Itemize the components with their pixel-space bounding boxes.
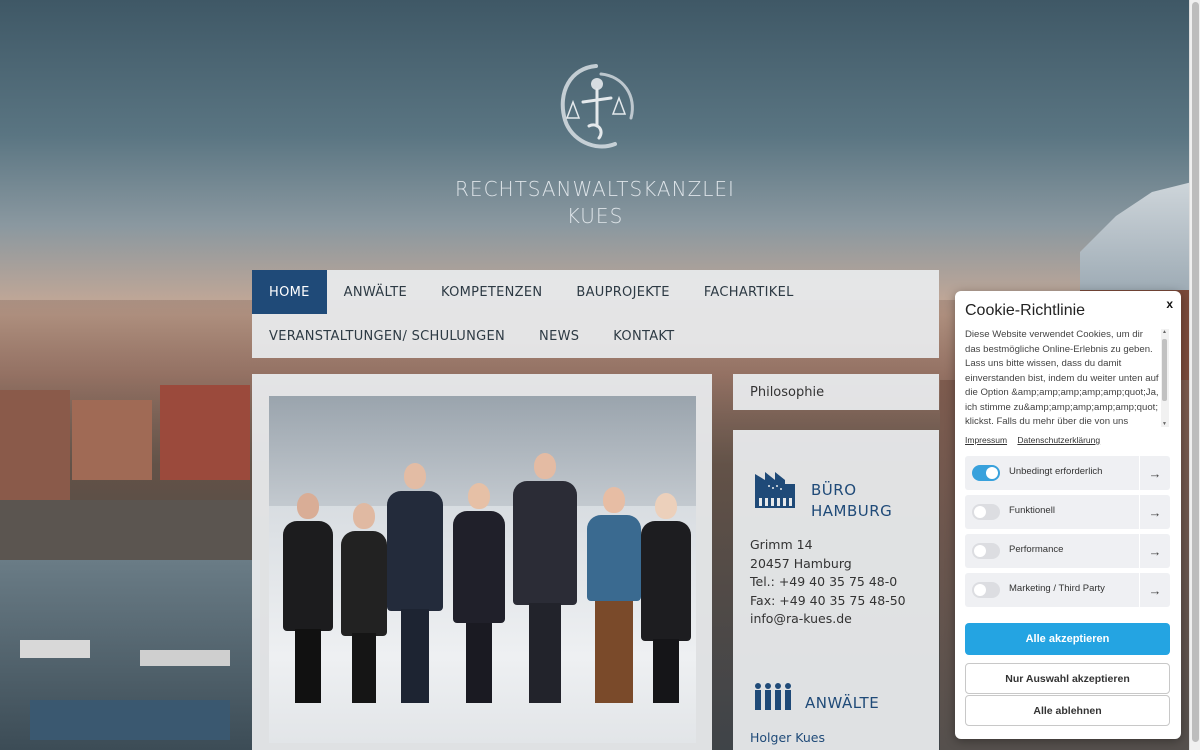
cookie-description: Diese Website verwendet Cookies, um dir … xyxy=(965,329,1159,426)
toggle-label: Unbedingt erforderlich xyxy=(1009,466,1103,477)
address-email[interactable]: info@ra-kues.de xyxy=(750,610,906,629)
person xyxy=(513,453,577,703)
arrow-right-icon[interactable]: → xyxy=(1139,456,1170,490)
nav-item-home[interactable]: HOME xyxy=(252,270,327,314)
cookie-banner: x Cookie-Richtlinie Diese Website verwen… xyxy=(955,291,1181,739)
main-navigation: HOME ANWÄLTE KOMPETENZEN BAUPROJEKTE FAC… xyxy=(252,270,939,358)
page-scrollbar[interactable] xyxy=(1189,0,1200,750)
accept-all-button[interactable]: Alle akzeptieren xyxy=(965,623,1170,655)
impressum-link[interactable]: Impressum xyxy=(965,435,1007,445)
cookie-category-functional: Funktionell → xyxy=(965,495,1170,529)
arrow-right-icon[interactable]: → xyxy=(1139,495,1170,529)
boat xyxy=(20,640,90,658)
arrow-right-icon[interactable]: → xyxy=(1139,534,1170,568)
office-address: Grimm 14 20457 Hamburg Tel.: +49 40 35 7… xyxy=(750,536,906,629)
datenschutz-link[interactable]: Datenschutzerklärung xyxy=(1017,435,1100,445)
scroll-thumb[interactable] xyxy=(1162,339,1167,401)
office-title-line1: BÜRO xyxy=(811,481,857,499)
office-title-line2: HAMBURG xyxy=(811,502,893,520)
person xyxy=(341,503,387,703)
harbor-area xyxy=(0,500,252,560)
cookie-category-performance: Performance → xyxy=(965,534,1170,568)
building xyxy=(0,390,70,500)
lawyers-group-icon xyxy=(755,683,791,710)
nav-item-veranstaltungen[interactable]: VERANSTALTUNGEN/ SCHULUNGEN xyxy=(252,314,522,358)
boat xyxy=(140,650,230,666)
site-title-line2: KUES xyxy=(566,204,624,228)
address-phone[interactable]: Tel.: +49 40 35 75 48-0 xyxy=(750,573,906,592)
address-city: 20457 Hamburg xyxy=(750,555,852,571)
cookie-links: Impressum Datenschutzerklärung xyxy=(965,435,1108,445)
address-street: Grimm 14 xyxy=(750,537,813,552)
main-content xyxy=(252,374,712,750)
office-building-icon xyxy=(755,472,795,508)
building xyxy=(160,385,250,480)
sidebar-tab-philosophie[interactable]: Philosophie xyxy=(733,374,939,410)
nav-item-kompetenzen[interactable]: KOMPETENZEN xyxy=(424,270,559,314)
person xyxy=(587,487,641,703)
cookie-category-required: Unbedingt erforderlich → xyxy=(965,456,1170,490)
scroll-up-icon[interactable]: ▲ xyxy=(1162,329,1167,335)
building xyxy=(72,400,152,480)
scroll-down-icon[interactable]: ▼ xyxy=(1162,421,1167,427)
elbphilharmonie-top xyxy=(1080,180,1200,300)
nav-item-news[interactable]: NEWS xyxy=(522,314,596,358)
reject-all-button[interactable]: Alle ablehnen xyxy=(965,695,1170,726)
nav-item-fachartikel[interactable]: FACHARTIKEL xyxy=(687,270,811,314)
nav-item-bauprojekte[interactable]: BAUPROJEKTE xyxy=(559,270,686,314)
scales-logo-icon xyxy=(560,64,634,149)
toggle-switch[interactable] xyxy=(972,465,1000,481)
close-button[interactable]: x xyxy=(1166,297,1173,311)
toggle-label: Performance xyxy=(1009,544,1064,555)
nav-row-1: HOME ANWÄLTE KOMPETENZEN BAUPROJEKTE FAC… xyxy=(252,270,811,314)
cookie-title: Cookie-Richtlinie xyxy=(965,302,1086,319)
nav-item-anwaelte[interactable]: ANWÄLTE xyxy=(327,270,424,314)
team-photo xyxy=(269,396,696,743)
arrow-right-icon[interactable]: → xyxy=(1139,573,1170,607)
cookie-category-marketing: Marketing / Third Party → xyxy=(965,573,1170,607)
address-fax: Fax: +49 40 35 75 48-50 xyxy=(750,592,906,608)
site-title-line1: RECHTSANWALTSKANZLEI xyxy=(455,177,735,201)
site-title[interactable]: RECHTSANWALTSKANZLEI KUES xyxy=(440,176,750,230)
person xyxy=(641,493,691,703)
lawyer-link[interactable]: Holger Kues xyxy=(750,730,825,745)
person xyxy=(283,493,333,703)
toggle-label: Marketing / Third Party xyxy=(1009,583,1105,594)
nav-item-kontakt[interactable]: KONTAKT xyxy=(596,314,691,358)
person xyxy=(387,463,443,703)
lawyers-title: ANWÄLTE xyxy=(805,694,880,712)
cookie-text-scrollbar[interactable]: ▲ ▼ xyxy=(1161,329,1169,427)
person xyxy=(453,483,505,703)
toggle-switch[interactable] xyxy=(972,582,1000,598)
ship xyxy=(30,700,230,740)
nav-row-2: VERANSTALTUNGEN/ SCHULUNGEN NEWS KONTAKT xyxy=(252,314,691,358)
sidebar-contact-panel: BÜRO HAMBURG Grimm 14 20457 Hamburg Tel.… xyxy=(733,430,939,750)
toggle-label: Funktionell xyxy=(1009,505,1055,516)
toggle-switch[interactable] xyxy=(972,504,1000,520)
page-scroll-thumb[interactable] xyxy=(1192,2,1199,742)
accept-selection-button[interactable]: Nur Auswahl akzeptieren xyxy=(965,663,1170,694)
office-title: BÜRO HAMBURG xyxy=(811,480,892,522)
toggle-switch[interactable] xyxy=(972,543,1000,559)
